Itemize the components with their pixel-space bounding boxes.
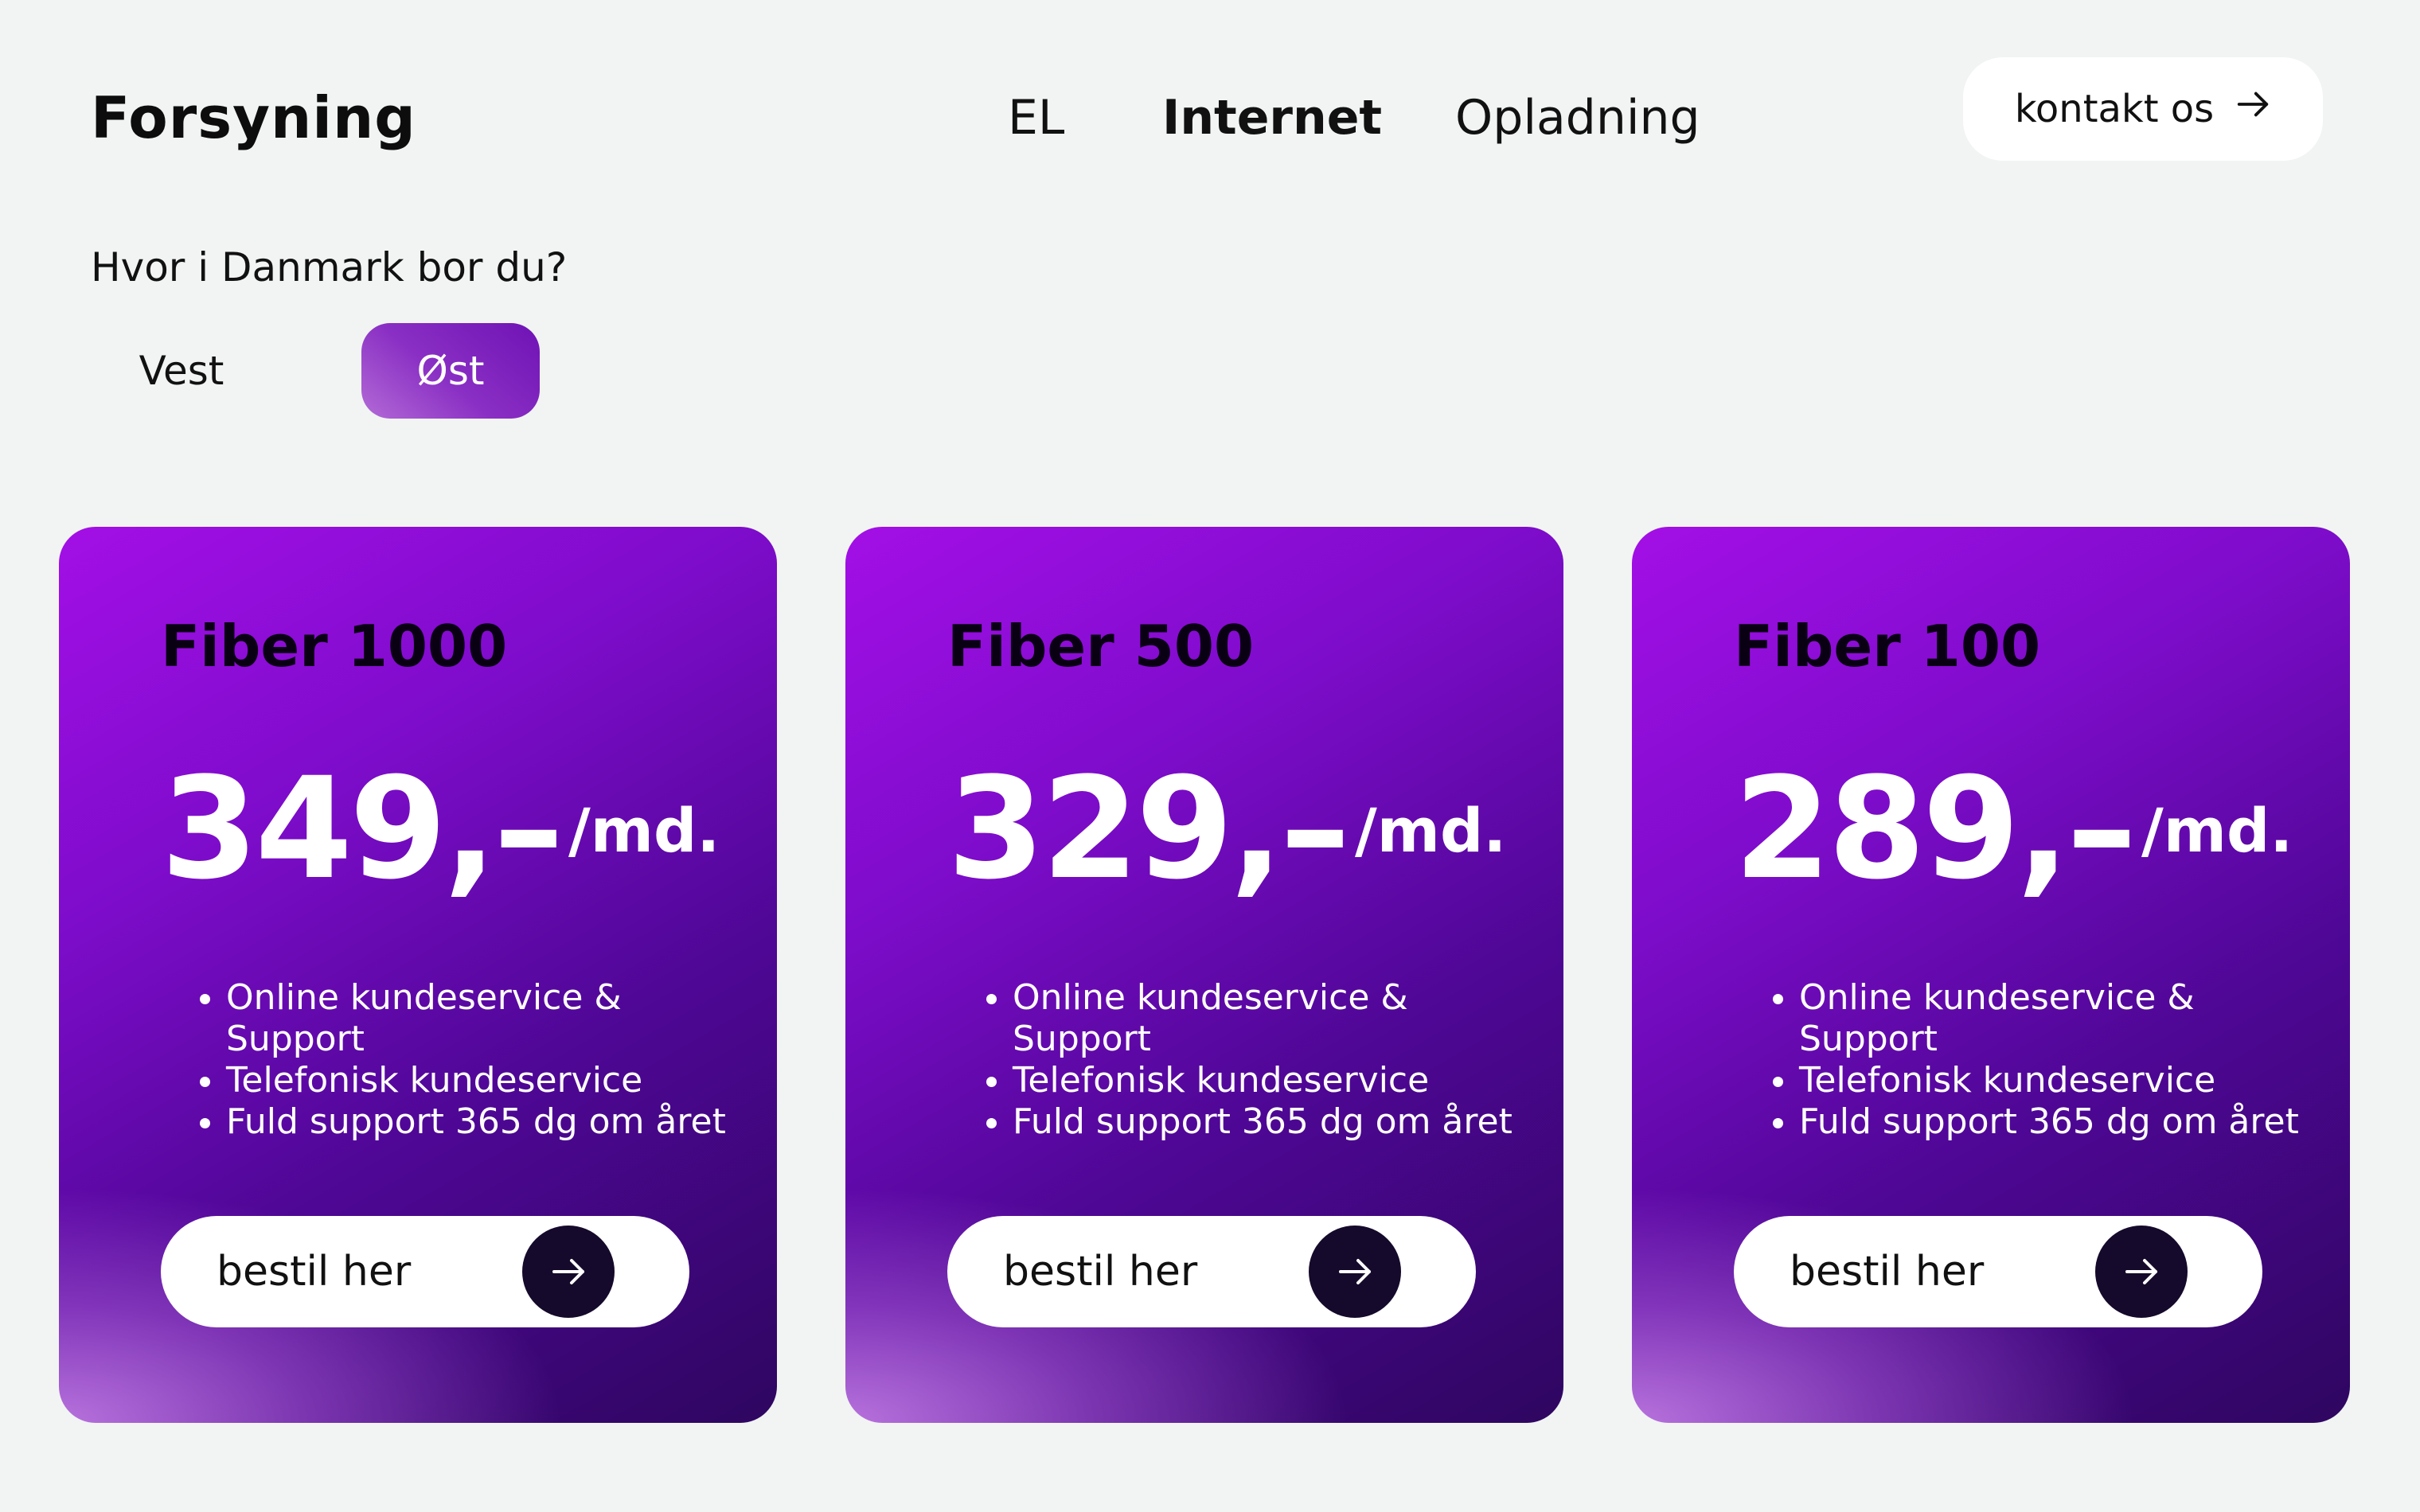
- plan-title: Fiber 100: [1734, 613, 2041, 680]
- plan-card-fiber-1000: Fiber 1000 349,– /md. Online kundeservic…: [59, 527, 777, 1423]
- plan-feature: Telefonisk kundeservice: [226, 1060, 736, 1101]
- nav-item-internet[interactable]: Internet: [1162, 78, 1382, 158]
- arrow-right-icon: [2235, 86, 2271, 132]
- plan-period: /md.: [2141, 795, 2293, 866]
- order-button-label: bestil her: [1790, 1248, 1985, 1296]
- plan-features: Online kundeservice & Support Telefonisk…: [186, 977, 736, 1143]
- plan-title: Fiber 500: [947, 613, 1255, 680]
- nav-item-el[interactable]: EL: [1008, 78, 1064, 158]
- order-button[interactable]: bestil her: [1734, 1216, 2262, 1327]
- plan-feature: Fuld support 365 dg om året: [1799, 1101, 2309, 1143]
- plan-feature: Telefonisk kundeservice: [1799, 1060, 2309, 1101]
- order-button[interactable]: bestil her: [161, 1216, 689, 1327]
- plan-period: /md.: [568, 795, 720, 866]
- region-question: Hvor i Danmark bor du?: [91, 244, 568, 290]
- plan-card-fiber-100: Fiber 100 289,– /md. Online kundeservice…: [1632, 527, 2350, 1423]
- arrow-right-icon[interactable]: [1309, 1226, 1401, 1318]
- plan-feature: Online kundeservice & Support: [1799, 977, 2309, 1060]
- order-button[interactable]: bestil her: [947, 1216, 1476, 1327]
- plan-feature: Fuld support 365 dg om året: [226, 1101, 736, 1143]
- plan-feature: Online kundeservice & Support: [226, 977, 736, 1060]
- region-option-vest[interactable]: Vest: [119, 323, 244, 419]
- plan-title: Fiber 1000: [161, 613, 508, 680]
- brand-logo[interactable]: Forsyning: [91, 78, 416, 158]
- plan-period: /md.: [1355, 795, 1507, 866]
- plan-feature: Online kundeservice & Support: [1013, 977, 1522, 1060]
- contact-button-label: kontakt os: [2014, 87, 2215, 131]
- arrow-right-icon[interactable]: [2095, 1226, 2188, 1318]
- order-button-label: bestil her: [217, 1248, 412, 1296]
- arrow-right-icon[interactable]: [522, 1226, 615, 1318]
- region-option-ost[interactable]: Øst: [361, 323, 540, 419]
- plan-price: 349,–: [161, 747, 564, 910]
- plan-feature: Fuld support 365 dg om året: [1013, 1101, 1522, 1143]
- plan-card-fiber-500: Fiber 500 329,– /md. Online kundeservice…: [845, 527, 1563, 1423]
- order-button-label: bestil her: [1003, 1248, 1198, 1296]
- plan-price: 289,–: [1734, 747, 2137, 910]
- plan-price: 329,–: [947, 747, 1350, 910]
- plan-features: Online kundeservice & Support Telefonisk…: [1759, 977, 2309, 1143]
- plan-feature: Telefonisk kundeservice: [1013, 1060, 1522, 1101]
- plan-features: Online kundeservice & Support Telefonisk…: [973, 977, 1522, 1143]
- contact-button[interactable]: kontakt os: [1963, 57, 2323, 161]
- nav-item-opladning[interactable]: Opladning: [1455, 78, 1700, 158]
